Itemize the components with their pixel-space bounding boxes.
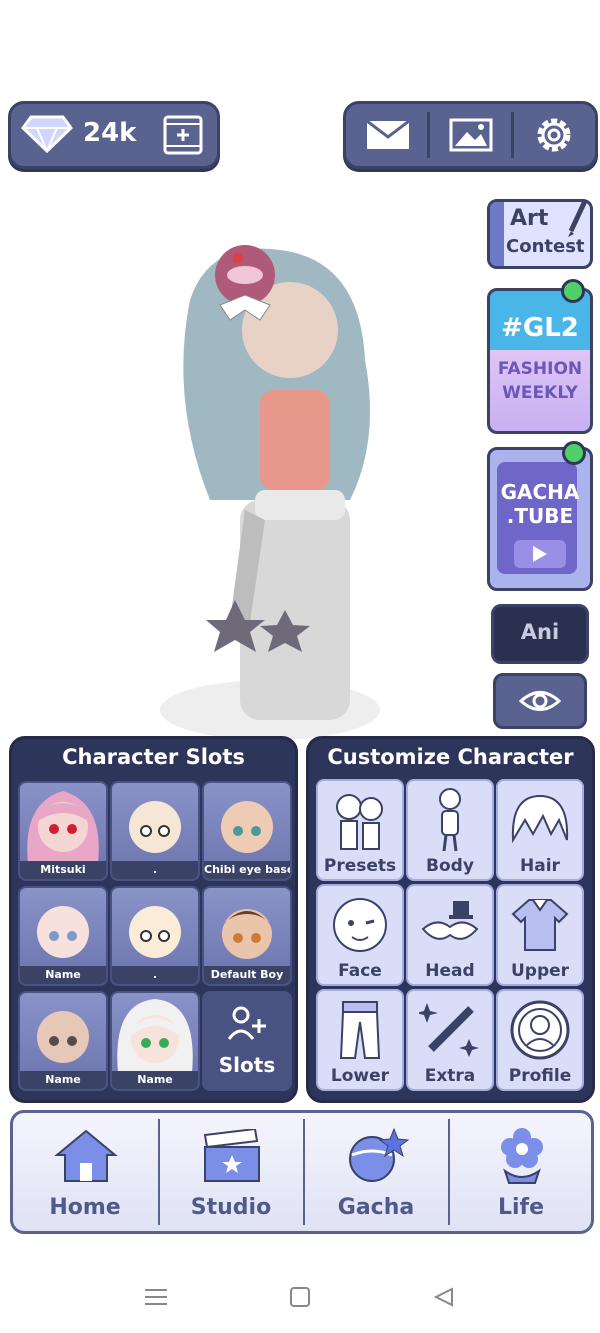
presets-icon bbox=[324, 785, 396, 855]
flower-icon bbox=[487, 1125, 557, 1187]
eye-button[interactable] bbox=[493, 673, 587, 729]
eye-icon bbox=[516, 685, 564, 717]
nav-studio[interactable]: Studio bbox=[159, 1113, 303, 1231]
clapperboard-icon bbox=[197, 1125, 267, 1187]
face-icon bbox=[324, 890, 396, 960]
home-icon bbox=[51, 1125, 121, 1187]
slot-name: Chibi eye base bbox=[204, 861, 290, 879]
art-contest-line1: Art bbox=[510, 206, 549, 231]
art-contest-line2: Contest bbox=[506, 236, 585, 257]
slot-name: Name bbox=[112, 1071, 198, 1089]
slot-3[interactable]: Chibi eye base bbox=[202, 781, 292, 881]
lower-tile[interactable]: Lower bbox=[316, 989, 404, 1091]
body-icon bbox=[414, 785, 486, 855]
nav-gacha-label: Gacha bbox=[337, 1195, 415, 1220]
weekly-line: WEEKLY bbox=[502, 383, 578, 403]
nav-home-label: Home bbox=[49, 1195, 121, 1220]
gacha-tube-button[interactable]: GACHA .TUBE bbox=[487, 447, 593, 591]
add-user-icon bbox=[224, 1003, 270, 1043]
upper-label: Upper bbox=[510, 961, 570, 981]
slot-name: . bbox=[112, 861, 198, 879]
pencil-icon bbox=[562, 198, 592, 238]
slot-7[interactable]: Name bbox=[18, 991, 108, 1091]
slot-name: . bbox=[112, 966, 198, 984]
notification-dot bbox=[561, 279, 585, 303]
extra-icon bbox=[414, 995, 486, 1065]
hair-icon bbox=[504, 785, 576, 855]
presets-label: Presets bbox=[323, 856, 397, 876]
head-icon bbox=[414, 890, 486, 960]
notebook-binding bbox=[490, 202, 504, 266]
add-slots-label: Slots bbox=[218, 1053, 276, 1077]
customize-character-panel: Customize Character Presets Body Hair Fa… bbox=[306, 736, 595, 1103]
slot-name: Default Boy bbox=[204, 966, 290, 984]
presets-tile[interactable]: Presets bbox=[316, 779, 404, 881]
extra-label: Extra bbox=[424, 1066, 476, 1086]
add-slots-button[interactable]: Slots bbox=[202, 991, 292, 1091]
hair-label: Hair bbox=[520, 856, 560, 876]
head-label: Head bbox=[425, 961, 475, 981]
menu-icon[interactable] bbox=[140, 1284, 172, 1310]
diamond-icon bbox=[19, 114, 75, 154]
slot-5[interactable]: . bbox=[110, 886, 200, 986]
ani-label: Ani bbox=[520, 620, 560, 644]
slot-name: Name bbox=[20, 1071, 106, 1089]
gems-bar: 24k bbox=[8, 101, 220, 169]
gallery-icon[interactable] bbox=[438, 114, 504, 156]
mail-icon[interactable] bbox=[356, 114, 420, 156]
upper-icon bbox=[504, 890, 576, 960]
body-label: Body bbox=[426, 856, 474, 876]
profile-tile[interactable]: Profile bbox=[496, 989, 584, 1091]
slot-8[interactable]: Name bbox=[110, 991, 200, 1091]
body-tile[interactable]: Body bbox=[406, 779, 494, 881]
gacha-line: GACHA bbox=[500, 480, 580, 504]
gacha-icon bbox=[342, 1125, 412, 1187]
lower-icon bbox=[324, 995, 396, 1065]
character-slots-panel: Character Slots Mitsuki . Chibi eye base… bbox=[9, 736, 298, 1103]
gems-count: 24k bbox=[83, 118, 137, 148]
nav-studio-label: Studio bbox=[190, 1195, 272, 1220]
fashion-line: FASHION bbox=[497, 359, 583, 379]
tube-line: .TUBE bbox=[506, 504, 574, 528]
nav-life-label: Life bbox=[497, 1195, 545, 1220]
lower-label: Lower bbox=[330, 1066, 390, 1086]
hair-tile[interactable]: Hair bbox=[496, 779, 584, 881]
slot-2[interactable]: . bbox=[110, 781, 200, 881]
notification-dot bbox=[562, 441, 586, 465]
divider bbox=[511, 112, 514, 158]
gear-icon[interactable] bbox=[522, 112, 586, 158]
art-contest-button[interactable]: Art Contest bbox=[487, 199, 593, 269]
character-slots-title: Character Slots bbox=[62, 745, 245, 769]
face-label: Face bbox=[338, 961, 382, 981]
head-tile[interactable]: Head bbox=[406, 884, 494, 986]
gl2-title: #GL2 bbox=[501, 313, 579, 343]
customize-character-title: Customize Character bbox=[327, 745, 574, 769]
character-preview[interactable] bbox=[150, 240, 410, 760]
play-icon bbox=[514, 540, 566, 568]
slot-name: Name bbox=[20, 966, 106, 984]
profile-label: Profile bbox=[508, 1066, 572, 1086]
bottom-nav: Home Studio Gacha Life bbox=[10, 1110, 594, 1234]
nav-home[interactable]: Home bbox=[13, 1113, 157, 1231]
slot-name: Mitsuki bbox=[20, 861, 106, 879]
divider bbox=[427, 112, 430, 158]
back-icon[interactable] bbox=[428, 1284, 460, 1310]
face-tile[interactable]: Face bbox=[316, 884, 404, 986]
ani-button[interactable]: Ani bbox=[491, 604, 589, 664]
home-square-icon[interactable] bbox=[284, 1284, 316, 1310]
slot-4[interactable]: Name bbox=[18, 886, 108, 986]
slot-1[interactable]: Mitsuki bbox=[18, 781, 108, 881]
slot-6[interactable]: Default Boy bbox=[202, 886, 292, 986]
film-add-icon[interactable] bbox=[161, 114, 205, 156]
nav-life[interactable]: Life bbox=[449, 1113, 593, 1231]
extra-tile[interactable]: Extra bbox=[406, 989, 494, 1091]
fashion-weekly-button[interactable]: #GL2 FASHION WEEKLY bbox=[487, 288, 593, 434]
profile-icon bbox=[504, 995, 576, 1065]
top-actions bbox=[343, 101, 598, 169]
upper-tile[interactable]: Upper bbox=[496, 884, 584, 986]
nav-gacha[interactable]: Gacha bbox=[304, 1113, 448, 1231]
